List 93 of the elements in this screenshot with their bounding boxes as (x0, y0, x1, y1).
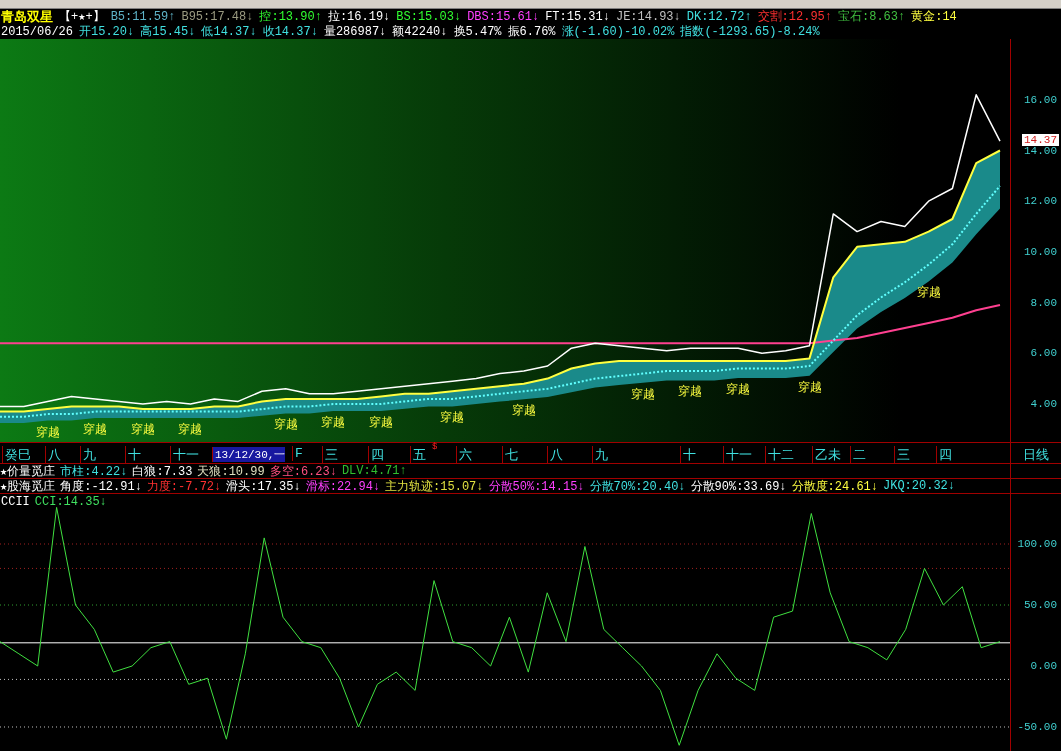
quote-value: DK:12.72↑ (686, 9, 752, 24)
axis-label: 10.00 (1024, 245, 1057, 258)
time-label: 八 (45, 446, 61, 464)
axis-label: 8.00 (1030, 296, 1057, 309)
indicator-value: 分散50%:14.15↓ (488, 478, 585, 495)
quote-value: FT:15.31↓ (545, 9, 610, 24)
current-price-tag: 14.37 (1022, 134, 1059, 147)
time-label: 三 (894, 446, 910, 464)
quote-value: BS:15.03↓ (396, 9, 462, 24)
indicator-value: 主力轨迹:15.07↓ (385, 478, 484, 495)
period-label[interactable]: 日线 (1010, 443, 1061, 463)
quote-value: 额42240↓ (392, 24, 448, 40)
time-label: 九 (592, 446, 608, 464)
indicator-reading: CCI:14.35↓ (34, 495, 107, 509)
signal-label: 穿越 (83, 424, 108, 438)
time-label: 十一 (723, 446, 752, 464)
time-label: 四 (936, 446, 952, 464)
signal-label: 穿越 (726, 384, 751, 398)
indicator-value: 白狼:7.33 (132, 463, 193, 480)
indicator-value: 力度:-7.72↓ (146, 478, 222, 495)
signal-label: 穿越 (35, 426, 60, 440)
quote-value: 换5.47% (453, 24, 502, 40)
time-label: 九 (80, 446, 96, 464)
time-label: 七 (502, 446, 518, 464)
time-label: 三 (322, 446, 338, 464)
quote-value: 高15.45↓ (140, 24, 196, 40)
signal-label: 穿越 (797, 381, 822, 395)
time-label: 13/12/30,一 (212, 447, 286, 462)
signal-label: 穿越 (916, 287, 941, 301)
indicator-value: JKQ:20.32↓ (883, 479, 955, 493)
quote-value: 青岛双星 (1, 8, 53, 26)
signal-label: 穿越 (511, 405, 536, 419)
indicator-value: 滑标:22.94↓ (305, 478, 381, 495)
indicator-name: CCII (1, 495, 30, 509)
axis-label: 4.00 (1030, 397, 1057, 410)
time-label: 十二 (765, 446, 794, 464)
axis-label: 6.00 (1030, 347, 1057, 360)
indicator-value: 角度:-12.91↓ (60, 478, 142, 495)
quote-value: 收14.37↓ (262, 24, 318, 40)
time-label: 八 (547, 446, 563, 464)
time-label: 十一 (170, 446, 199, 464)
signal-label: 穿越 (630, 388, 655, 402)
quote-value: 黄金:14 (911, 9, 957, 25)
quote-value: 开15.20↓ (79, 24, 135, 40)
signal-label: 穿越 (178, 424, 203, 438)
time-label: F (292, 446, 303, 461)
quote-value: 拉:16.19↓ (327, 9, 391, 25)
quote-value: 宝石:8.63↑ (838, 9, 906, 25)
indicator-value: 天狼:10.99 (197, 463, 265, 480)
time-label: 四 (368, 446, 384, 464)
quote-value: 涨(-1.60)-10.02% (561, 24, 675, 40)
axis-label: 14.00 (1024, 144, 1057, 157)
indicator-value: 市柱:4.22↓ (60, 463, 128, 480)
signal-label: 穿越 (440, 412, 465, 426)
indicator-value: 分散度:24.61↓ (791, 478, 878, 495)
axis-label: 12.00 (1024, 195, 1057, 208)
marker-label: $ (432, 443, 438, 452)
indicator-value: 滑头:17.35↓ (226, 478, 301, 495)
indicator-title: ★价量觅庄 (0, 463, 56, 480)
axis-label: 50.00 (1024, 599, 1057, 611)
quote-value: 振6.76% (507, 24, 556, 40)
quote-value: JE:14.93↓ (615, 9, 681, 24)
time-label: 乙未 (812, 446, 841, 464)
quote-value: B5:11.59↑ (110, 9, 176, 24)
time-label: 五 (410, 446, 426, 464)
time-label: 癸巳 (2, 446, 31, 464)
indicator-value: 多空:6.23↓ (269, 463, 337, 480)
quote-value: 低14.37↓ (201, 24, 257, 40)
quote-value: 交割:12.95↑ (757, 9, 832, 25)
time-label: 二 (850, 446, 866, 464)
indicator-value: 分散90%:33.69↓ (690, 478, 787, 495)
indicator-value: 分散70%:20.40↓ (589, 478, 686, 495)
signal-label: 穿越 (678, 386, 703, 400)
axis-label: -50.00 (1017, 721, 1057, 733)
time-label: 十 (680, 446, 696, 464)
signal-label: 穿越 (273, 419, 298, 433)
signal-label: 穿越 (368, 417, 393, 431)
signal-label: 穿越 (321, 417, 346, 431)
axis-label: 16.00 (1024, 93, 1057, 106)
quote-value: DBS:15.61↓ (467, 9, 540, 24)
quote-value: 指数(-1293.65)-8.24% (680, 24, 820, 40)
quote-value: 量286987↓ (323, 24, 387, 40)
axis-label: 100.00 (1017, 538, 1057, 550)
quote-value: B95:17.48↓ (181, 9, 254, 24)
axis-label: 0.00 (1030, 660, 1057, 672)
signal-label: 穿越 (130, 424, 155, 438)
quote-value: 2015/06/26 (1, 24, 73, 39)
quote-value: 【+★+】 (59, 9, 105, 25)
time-label: 六 (456, 446, 472, 464)
quote-value: 控:13.90↑ (259, 9, 322, 25)
indicator-title: ★股海觅庄 (0, 478, 56, 495)
time-label: 十 (125, 446, 141, 464)
indicator-value: DLV:4.71↑ (341, 464, 407, 478)
